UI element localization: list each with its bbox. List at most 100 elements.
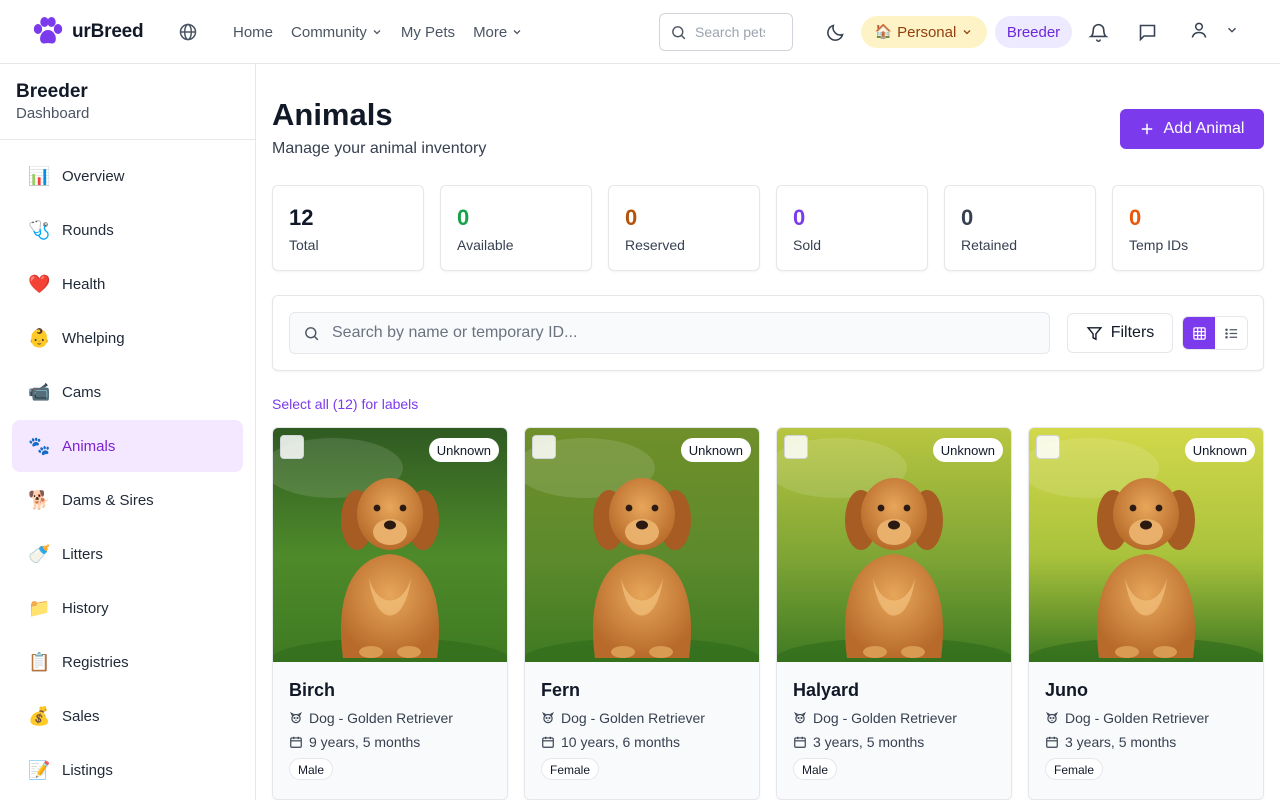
sidebar-item-animals[interactable]: 🐾 Animals [12, 420, 243, 472]
stat-value: 0 [457, 205, 470, 230]
filters-button[interactable]: Filters [1067, 313, 1173, 353]
sex-tag: Female [541, 758, 600, 780]
dog-icon [794, 712, 806, 724]
sidebar-item-health[interactable]: ❤️ Health [12, 258, 243, 310]
registries-icon: 📋 [28, 651, 51, 673]
select-checkbox[interactable] [280, 435, 304, 459]
top-navbar: urBreed Home Community My Pets More 🏠 Pe… [0, 0, 1280, 64]
litters-icon: 🍼 [28, 543, 51, 565]
stat-card-reserved: 0 Reserved [608, 185, 760, 271]
animal-species-row: Dog - Golden Retriever [793, 710, 995, 726]
list-view-button[interactable] [1215, 317, 1247, 349]
sidebar-item-litters[interactable]: 🍼 Litters [12, 528, 243, 580]
dog-icon [290, 712, 302, 724]
stat-value: 0 [625, 205, 638, 230]
status-badge: Unknown [680, 438, 751, 462]
top-search-input[interactable] [695, 24, 765, 40]
moon-icon [826, 23, 844, 41]
globe-icon[interactable] [178, 22, 198, 42]
stat-value: 0 [793, 205, 806, 230]
animal-name: Fern [541, 680, 581, 700]
dog-icon [1046, 712, 1058, 724]
dog-photo-illustration [1029, 428, 1263, 662]
sex-tag: Male [793, 758, 838, 780]
main-content: Animals Manage your animal inventory Add… [256, 64, 1280, 800]
animal-photo[interactable]: Unknown [777, 428, 1011, 662]
sidebar-item-listings[interactable]: 📝 Listings [12, 744, 243, 796]
stat-label: Available [457, 237, 514, 253]
animal-card-birch[interactable]: Unknown Birch Dog - Golden Retriever 9 year… [272, 427, 508, 800]
notifications-button[interactable] [1086, 20, 1110, 44]
main-nav: Home Community My Pets More [233, 0, 523, 64]
animal-photo[interactable]: Unknown [273, 428, 507, 662]
select-checkbox[interactable] [532, 435, 556, 459]
sidebar-item-history[interactable]: 📁 History [12, 582, 243, 634]
sidebar-item-label: Whelping [62, 329, 125, 347]
stat-value: 0 [961, 205, 974, 230]
status-badge: Unknown [1184, 438, 1255, 462]
breeder-mode-button[interactable]: Breeder [995, 16, 1072, 48]
sidebar-item-label: Litters [62, 545, 103, 563]
logo[interactable]: urBreed [32, 17, 144, 47]
sex-tag: Female [1045, 758, 1104, 780]
sidebar: Breeder Dashboard 📊 Overview 🩺 Rounds ❤️ Heal… [0, 64, 256, 800]
stat-card-total: 12 Total [272, 185, 424, 271]
app-name: urBreed [72, 21, 144, 42]
top-search[interactable] [659, 13, 793, 51]
user-menu[interactable] [1189, 20, 1239, 40]
nav-my-pets[interactable]: My Pets [401, 24, 455, 41]
search-icon [672, 25, 686, 39]
personal-mode-button[interactable]: 🏠 Personal [861, 16, 987, 48]
bell-icon [1087, 23, 1109, 42]
stat-label: Temp IDs [1129, 237, 1189, 253]
sidebar-item-overview[interactable]: 📊 Overview [12, 150, 243, 202]
animal-card-fern[interactable]: Unknown Fern Dog - Golden Retriever 10 year… [524, 427, 760, 800]
sidebar-item-rounds[interactable]: 🩺 Rounds [12, 204, 243, 256]
stat-card-sold: 0 Sold [776, 185, 928, 271]
grid-view-button[interactable] [1183, 317, 1215, 349]
animal-photo[interactable]: Unknown [1029, 428, 1263, 662]
dark-mode-toggle[interactable] [823, 20, 847, 44]
messages-button[interactable] [1135, 20, 1159, 44]
animal-card-juno[interactable]: Unknown Juno Dog - Golden Retriever 3 years… [1028, 427, 1264, 800]
nav-home[interactable]: Home [233, 24, 273, 41]
animal-age-row: 3 years, 5 months [793, 734, 995, 750]
calendar-icon [1046, 736, 1058, 748]
calendar-icon [542, 736, 554, 748]
chevron-down-icon [373, 30, 381, 35]
animals-icon: 🐾 [28, 435, 51, 457]
dog-photo-illustration [525, 428, 759, 662]
stat-label: Sold [793, 237, 822, 253]
rounds-icon: 🩺 [28, 219, 51, 241]
sidebar-item-dams-sires[interactable]: 🐕 Dams & Sires [12, 474, 243, 526]
dams-sires-icon: 🐕 [28, 489, 51, 511]
animal-species-row: Dog - Golden Retriever [1045, 710, 1247, 726]
animal-card-halyard[interactable]: Unknown Halyard Dog - Golden Retriever 3 ye… [776, 427, 1012, 800]
select-checkbox[interactable] [784, 435, 808, 459]
page-title: Animals [272, 97, 393, 132]
add-animal-button[interactable]: Add Animal [1120, 109, 1264, 149]
animal-search[interactable] [289, 312, 1050, 354]
animal-photo[interactable]: Unknown [525, 428, 759, 662]
stat-card-available: 0 Available [440, 185, 592, 271]
select-checkbox[interactable] [1036, 435, 1060, 459]
animal-age-row: 3 years, 5 months [1045, 734, 1247, 750]
stat-label: Reserved [625, 237, 685, 253]
search-icon [305, 326, 319, 340]
calendar-icon [290, 736, 302, 748]
sidebar-item-sales[interactable]: 💰 Sales [12, 690, 243, 742]
sidebar-item-cams[interactable]: 📹 Cams [12, 366, 243, 418]
stat-label: Retained [961, 237, 1018, 253]
sidebar-item-label: Overview [62, 167, 125, 185]
select-all-link[interactable]: Select all (12) for labels [272, 396, 418, 412]
chevron-down-icon [513, 30, 521, 35]
nav-community[interactable]: Community [291, 24, 383, 41]
dog-icon [542, 712, 554, 724]
whelping-icon: 👶 [28, 327, 51, 349]
sidebar-item-registries[interactable]: 📋 Registries [12, 636, 243, 688]
animal-search-input[interactable] [332, 324, 1012, 342]
sidebar-item-whelping[interactable]: 👶 Whelping [12, 312, 243, 364]
animal-age-row: 9 years, 5 months [289, 734, 491, 750]
sidebar-item-label: History [62, 599, 109, 617]
nav-more[interactable]: More [473, 24, 523, 41]
